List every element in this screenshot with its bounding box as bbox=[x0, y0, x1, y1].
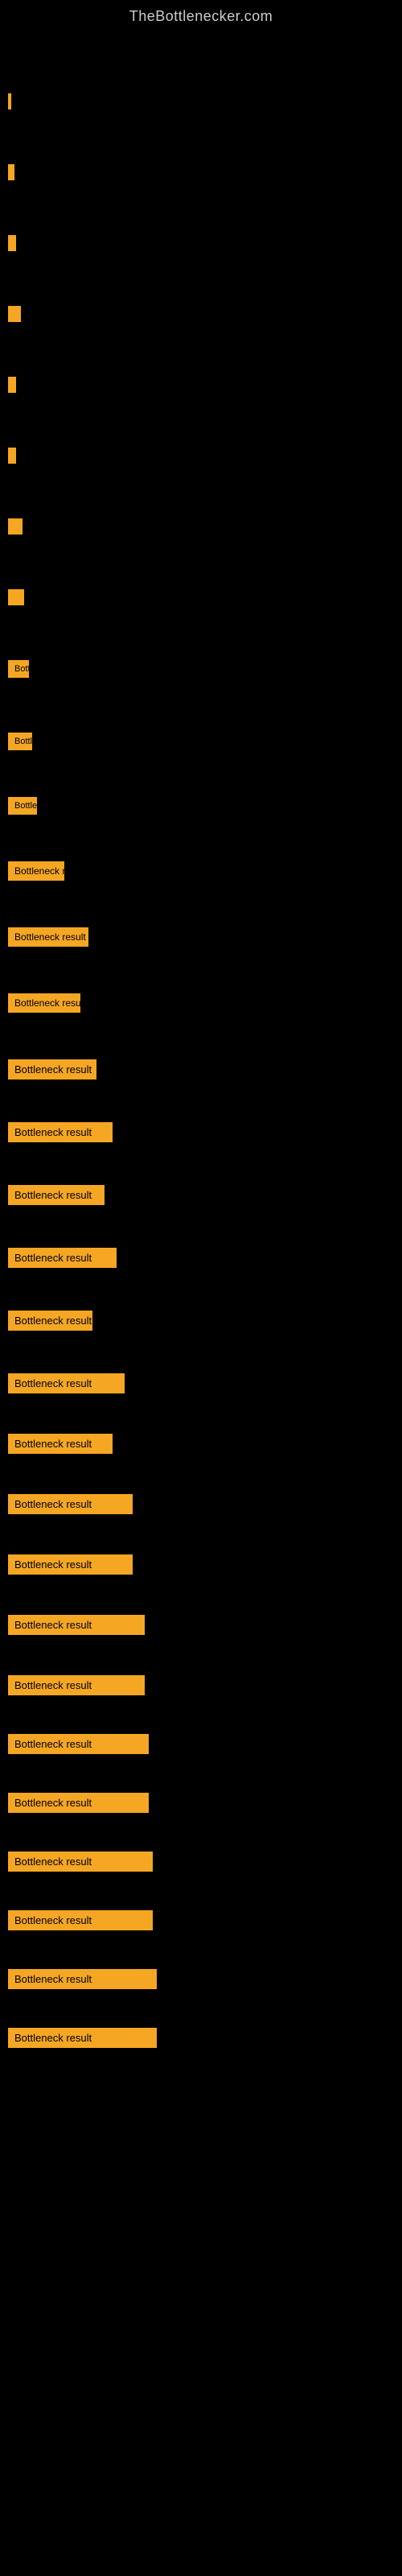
bottleneck-label-17: Bottleneck result bbox=[8, 1185, 105, 1205]
bottleneck-label-19: Bottleneck result bbox=[8, 1311, 92, 1331]
bottleneck-label-18: Bottleneck result bbox=[8, 1248, 117, 1268]
bottleneck-label-13: Bottleneck result bbox=[8, 927, 88, 947]
bottleneck-label-20: Bottleneck result bbox=[8, 1373, 125, 1393]
bottleneck-label-29: Bottleneck result bbox=[8, 1910, 153, 1930]
bottleneck-label-4: Bottleneck result bbox=[8, 306, 21, 322]
bottleneck-item-9: Bottleneck result bbox=[8, 660, 394, 678]
bottleneck-label-30: Bottleneck result bbox=[8, 1969, 157, 1989]
bottleneck-item-14: Bottleneck result bbox=[8, 993, 394, 1013]
bottleneck-item-25: Bottleneck result bbox=[8, 1675, 394, 1695]
bottleneck-label-2: Bottleneck result bbox=[8, 164, 14, 180]
bottleneck-item-5: Bottleneck result bbox=[8, 377, 394, 393]
bottleneck-item-22: Bottleneck result bbox=[8, 1494, 394, 1514]
bottleneck-label-9: Bottleneck result bbox=[8, 660, 29, 678]
bottleneck-label-11: Bottleneck result bbox=[8, 797, 37, 815]
bottleneck-label-1: Bottleneck result bbox=[8, 93, 11, 109]
bottleneck-item-28: Bottleneck result bbox=[8, 1852, 394, 1872]
bottleneck-item-24: Bottleneck result bbox=[8, 1615, 394, 1635]
bottleneck-label-7: Bottleneck result bbox=[8, 518, 23, 535]
bottleneck-item-8: Bottleneck result bbox=[8, 589, 394, 605]
bottleneck-item-3: Bottleneck result bbox=[8, 235, 394, 251]
bottleneck-label-10: Bottleneck result bbox=[8, 733, 32, 750]
bottleneck-label-23: Bottleneck result bbox=[8, 1554, 133, 1575]
bottleneck-label-3: Bottleneck result bbox=[8, 235, 16, 251]
bottleneck-item-18: Bottleneck result bbox=[8, 1248, 394, 1268]
site-title: TheBottlenecker.com bbox=[0, 0, 402, 29]
bottleneck-item-10: Bottleneck result bbox=[8, 733, 394, 750]
bottleneck-label-24: Bottleneck result bbox=[8, 1615, 145, 1635]
bottleneck-item-31: Bottleneck result bbox=[8, 2028, 394, 2048]
bottleneck-item-19: Bottleneck result bbox=[8, 1311, 394, 1331]
bottleneck-item-15: Bottleneck result bbox=[8, 1059, 394, 1080]
bottleneck-item-20: Bottleneck result bbox=[8, 1373, 394, 1393]
bottleneck-label-5: Bottleneck result bbox=[8, 377, 16, 393]
bottleneck-label-6: Bottleneck result bbox=[8, 448, 16, 464]
bottleneck-label-26: Bottleneck result bbox=[8, 1734, 149, 1754]
bottleneck-item-29: Bottleneck result bbox=[8, 1910, 394, 1930]
bottleneck-item-21: Bottleneck result bbox=[8, 1434, 394, 1454]
bottleneck-item-1: Bottleneck result bbox=[8, 93, 394, 109]
bottleneck-item-2: Bottleneck result bbox=[8, 164, 394, 180]
bottleneck-item-26: Bottleneck result bbox=[8, 1734, 394, 1754]
bottleneck-label-27: Bottleneck result bbox=[8, 1793, 149, 1813]
bottleneck-item-11: Bottleneck result bbox=[8, 797, 394, 815]
bottleneck-item-23: Bottleneck result bbox=[8, 1554, 394, 1575]
bottleneck-label-28: Bottleneck result bbox=[8, 1852, 153, 1872]
bottleneck-label-25: Bottleneck result bbox=[8, 1675, 145, 1695]
bottleneck-item-6: Bottleneck result bbox=[8, 448, 394, 464]
bottleneck-label-14: Bottleneck result bbox=[8, 993, 80, 1013]
bottleneck-label-15: Bottleneck result bbox=[8, 1059, 96, 1080]
bottleneck-list: Bottleneck result Bottleneck result Bottle… bbox=[0, 29, 402, 2062]
bottleneck-item-4: Bottleneck result bbox=[8, 306, 394, 322]
bottleneck-item-16: Bottleneck result bbox=[8, 1122, 394, 1142]
bottleneck-item-13: Bottleneck result bbox=[8, 927, 394, 947]
bottleneck-item-12: Bottleneck result bbox=[8, 861, 394, 881]
bottleneck-label-12: Bottleneck result bbox=[8, 861, 64, 881]
bottleneck-item-27: Bottleneck result bbox=[8, 1793, 394, 1813]
bottleneck-label-16: Bottleneck result bbox=[8, 1122, 113, 1142]
bottleneck-label-31: Bottleneck result bbox=[8, 2028, 157, 2048]
bottleneck-label-22: Bottleneck result bbox=[8, 1494, 133, 1514]
bottleneck-item-17: Bottleneck result bbox=[8, 1185, 394, 1205]
bottleneck-label-8: Bottleneck result bbox=[8, 589, 24, 605]
bottleneck-label-21: Bottleneck result bbox=[8, 1434, 113, 1454]
site-title-container: TheBottlenecker.com bbox=[0, 0, 402, 29]
bottleneck-item-30: Bottleneck result bbox=[8, 1969, 394, 1989]
bottleneck-item-7: Bottleneck result bbox=[8, 518, 394, 535]
